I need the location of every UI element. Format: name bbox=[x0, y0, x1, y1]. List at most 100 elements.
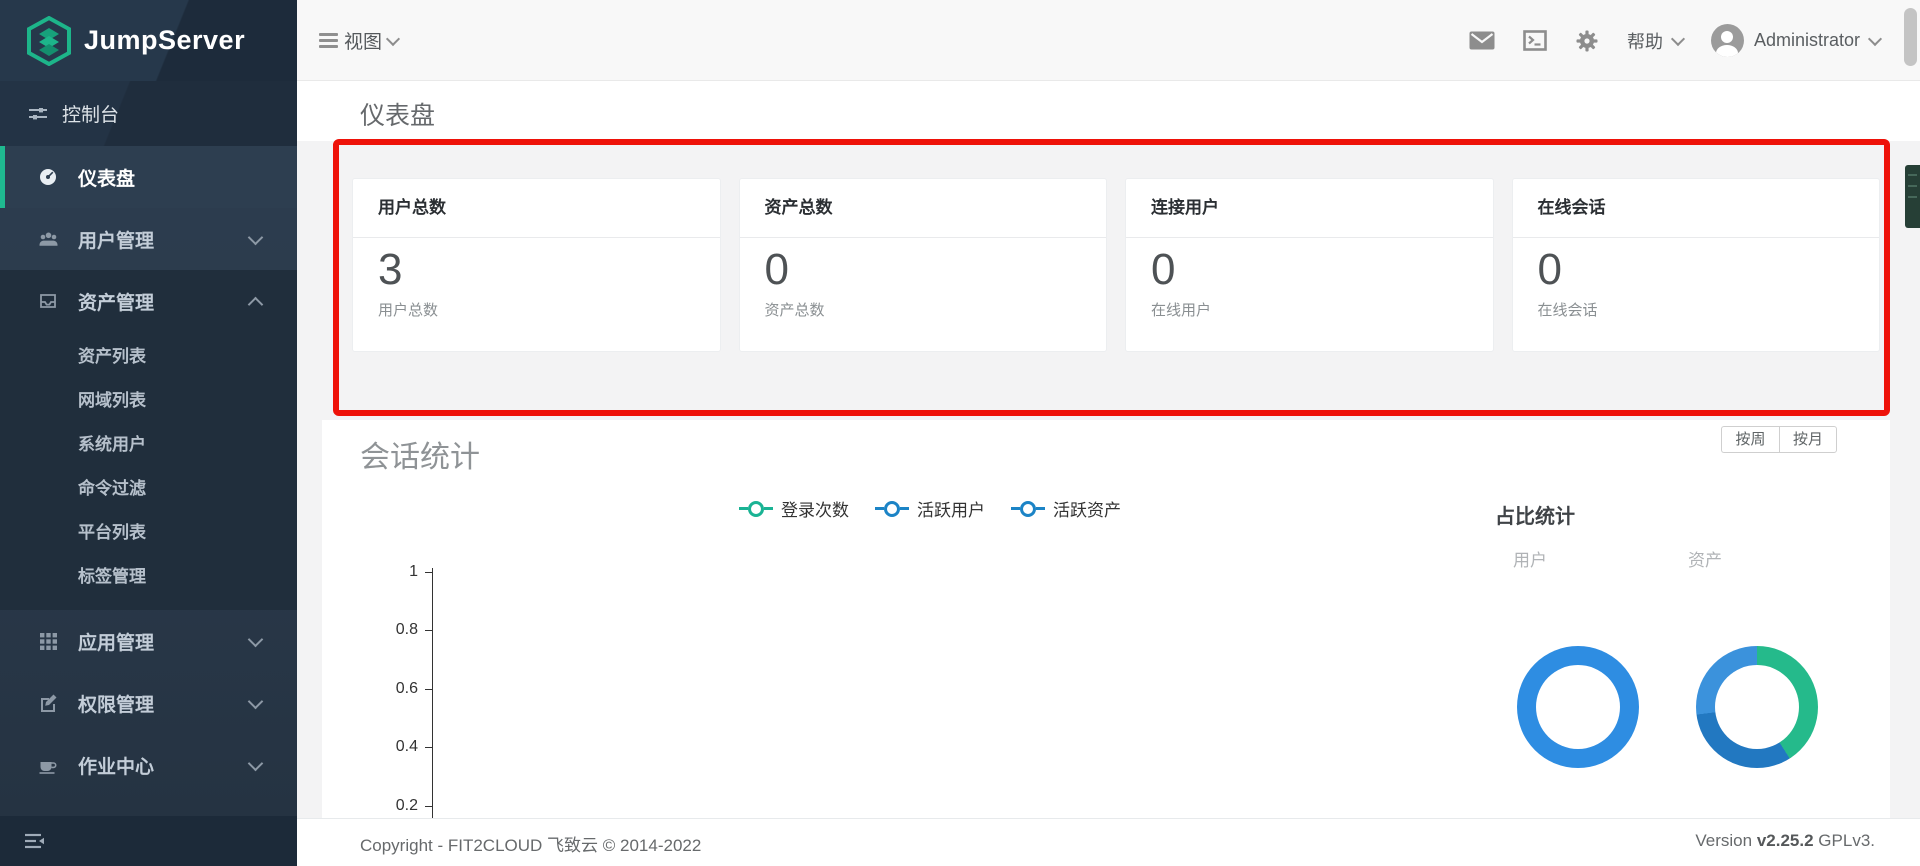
chevron-down-icon bbox=[385, 31, 401, 46]
subitem-label: 资产列表 bbox=[78, 346, 146, 366]
version-number: v2.25.2 bbox=[1756, 831, 1814, 850]
sidebar-menu: 仪表盘 用户管理 资产管理 资产列表 网域列表 系统用户 命令过滤 平台列表 标… bbox=[0, 146, 297, 796]
sidebar-item-label: 作业中心 bbox=[78, 756, 155, 778]
session-panel-title: 会话统计 bbox=[360, 441, 480, 474]
stat-card-connected-users: 连接用户 0 在线用户 bbox=[1125, 178, 1494, 352]
page-title: 仪表盘 bbox=[360, 102, 436, 130]
collapse-sidebar-button[interactable] bbox=[24, 831, 46, 851]
chevron-down-icon bbox=[247, 631, 264, 648]
card-value: 3 bbox=[378, 245, 403, 294]
user-name: Administrator bbox=[1753, 30, 1860, 50]
sidebar-group-assets: 资产管理 资产列表 网域列表 系统用户 命令过滤 平台列表 标签管理 bbox=[0, 270, 297, 610]
sidebar-item-label: 资产管理 bbox=[78, 292, 155, 314]
sidebar-item-permissions[interactable]: 权限管理 bbox=[0, 672, 297, 734]
sidebar-item-label: 权限管理 bbox=[78, 694, 155, 716]
subitem-label: 命令过滤 bbox=[78, 478, 146, 498]
license-text: GPLv3. bbox=[1818, 831, 1875, 850]
sidebar-item-job-center[interactable]: 作业中心 bbox=[0, 734, 297, 796]
chevron-down-icon bbox=[1867, 31, 1883, 46]
sidebar-item-users[interactable]: 用户管理 bbox=[0, 208, 297, 270]
sidebar-subitem-label-management[interactable]: 标签管理 bbox=[0, 552, 297, 596]
card-title: 用户总数 bbox=[353, 179, 720, 238]
avatar bbox=[1710, 24, 1744, 57]
card-value: 0 bbox=[1151, 245, 1176, 294]
card-value: 0 bbox=[764, 245, 789, 294]
donut-chart-users bbox=[1517, 646, 1639, 768]
chart-legend: 登录次数 活跃用户 活跃资产 bbox=[739, 496, 1121, 521]
y-tick-label: 0.6 bbox=[395, 680, 418, 697]
inbox-icon bbox=[36, 291, 60, 311]
sidebar-subitem-asset-list[interactable]: 资产列表 bbox=[0, 332, 297, 376]
sidebar-subitem-system-users[interactable]: 系统用户 bbox=[0, 420, 297, 464]
grid-icon bbox=[36, 632, 60, 651]
card-title: 资产总数 bbox=[739, 179, 1106, 238]
help-label: 帮助 bbox=[1626, 31, 1663, 52]
legend-marker-icon bbox=[1011, 500, 1045, 517]
sidebar-subitem-domain-list[interactable]: 网域列表 bbox=[0, 376, 297, 420]
subitem-label: 平台列表 bbox=[78, 522, 146, 542]
edit-icon bbox=[36, 693, 60, 713]
by-month-button[interactable]: 按月 bbox=[1779, 426, 1837, 453]
gear-icon[interactable] bbox=[1575, 29, 1599, 53]
donut-chart-assets bbox=[1696, 646, 1818, 768]
ratio-label-assets: 资产 bbox=[1688, 551, 1722, 570]
sidebar-footer bbox=[0, 816, 297, 866]
legend-item-active-users[interactable]: 活跃用户 bbox=[875, 496, 985, 521]
sidebar-item-label: 应用管理 bbox=[78, 632, 155, 654]
legend-label: 活跃资产 bbox=[1053, 501, 1121, 520]
page-heading: 仪表盘 bbox=[297, 81, 1920, 141]
y-tick-mark bbox=[425, 630, 433, 631]
edge-tab-widget[interactable] bbox=[1905, 165, 1920, 228]
ratio-label-users: 用户 bbox=[1513, 551, 1547, 570]
view-dropdown[interactable]: 视图 bbox=[319, 0, 401, 81]
subitem-label: 系统用户 bbox=[78, 434, 146, 454]
user-dropdown[interactable]: Administrator bbox=[1710, 24, 1883, 57]
legend-item-active-assets[interactable]: 活跃资产 bbox=[1011, 496, 1121, 521]
stat-card-total-assets: 资产总数 0 资产总数 bbox=[738, 178, 1107, 352]
chevron-up-icon bbox=[247, 296, 264, 313]
y-tick-mark bbox=[425, 572, 433, 573]
card-sublabel: 在线用户 bbox=[1151, 302, 1212, 319]
sidebar-item-dashboard[interactable]: 仪表盘 bbox=[0, 146, 297, 208]
legend-item-logins[interactable]: 登录次数 bbox=[739, 496, 849, 521]
brand-name: JumpServer bbox=[84, 25, 246, 55]
subitem-label: 网域列表 bbox=[78, 390, 146, 410]
sidebar-subitem-platform-list[interactable]: 平台列表 bbox=[0, 508, 297, 552]
stat-cards-row: 用户总数 3 用户总数 资产总数 0 资产总数 连接用户 0 在线用户 在线会话… bbox=[352, 178, 1880, 352]
sidebar-item-console[interactable]: 控制台 bbox=[0, 81, 297, 146]
menu-icon bbox=[319, 30, 338, 51]
version-text: Version v2.25.2 GPLv3. bbox=[1695, 831, 1875, 851]
sidebar-subitem-command-filter[interactable]: 命令过滤 bbox=[0, 464, 297, 508]
scrollbar-thumb[interactable] bbox=[1904, 8, 1917, 66]
sidebar-item-applications[interactable]: 应用管理 bbox=[0, 610, 297, 672]
sidebar-item-assets[interactable]: 资产管理 bbox=[0, 270, 297, 332]
y-tick-mark bbox=[425, 747, 433, 748]
by-week-button[interactable]: 按周 bbox=[1721, 426, 1779, 453]
card-sublabel: 资产总数 bbox=[764, 302, 825, 319]
chevron-down-icon bbox=[247, 755, 264, 772]
logo[interactable]: JumpServer bbox=[0, 0, 297, 81]
footer: Copyright - FIT2CLOUD 飞致云 © 2014-2022 Ve… bbox=[297, 818, 1920, 866]
ratio-title: 占比统计 bbox=[1495, 506, 1575, 528]
mail-icon[interactable] bbox=[1469, 31, 1495, 50]
jumpserver-logo-icon bbox=[26, 15, 72, 66]
chevron-down-icon bbox=[247, 229, 264, 246]
legend-marker-icon bbox=[875, 500, 909, 517]
help-dropdown[interactable]: 帮助 bbox=[1626, 28, 1686, 54]
y-axis-line bbox=[432, 568, 433, 818]
legend-label: 登录次数 bbox=[781, 501, 849, 520]
card-title: 连接用户 bbox=[1126, 179, 1493, 238]
sidebar-item-label: 控制台 bbox=[62, 105, 120, 126]
stat-card-online-sessions: 在线会话 0 在线会话 bbox=[1511, 178, 1880, 352]
chevron-down-icon bbox=[1670, 31, 1686, 46]
y-tick-mark bbox=[425, 689, 433, 690]
legend-label: 活跃用户 bbox=[917, 501, 985, 520]
card-title: 在线会话 bbox=[1512, 179, 1879, 238]
y-tick-label: 0.2 bbox=[395, 797, 418, 814]
copyright-text: Copyright - FIT2CLOUD 飞致云 © 2014-2022 bbox=[360, 836, 702, 855]
web-terminal-icon[interactable] bbox=[1523, 30, 1547, 51]
y-tick-mark bbox=[425, 806, 433, 807]
topbar: 视图 帮助 Administrator bbox=[297, 0, 1920, 81]
legend-marker-icon bbox=[739, 500, 773, 517]
y-tick-label: 0.8 bbox=[395, 621, 418, 638]
